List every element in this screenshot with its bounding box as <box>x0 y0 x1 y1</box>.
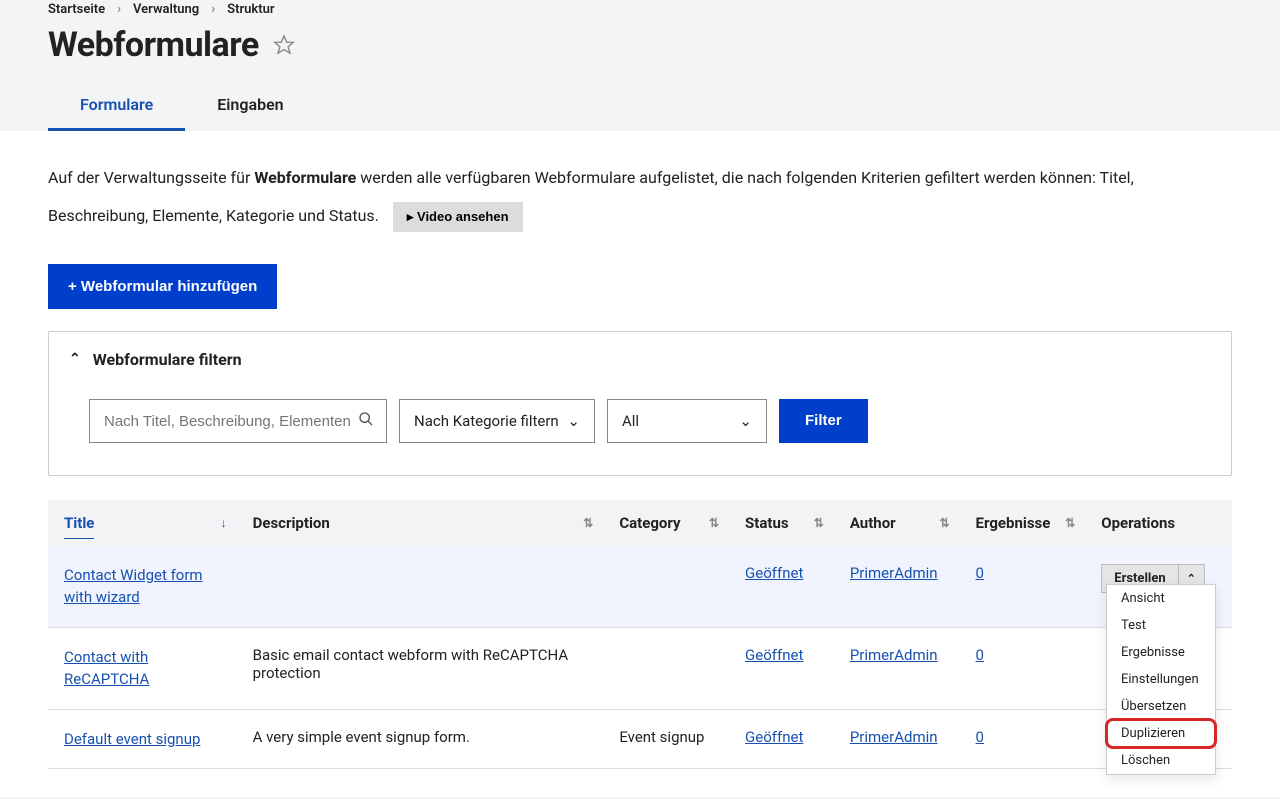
breadcrumb: Startseite › Verwaltung › Struktur <box>48 0 1232 17</box>
dropdown-translate[interactable]: Übersetzen <box>1107 693 1215 720</box>
form-description <box>237 546 604 628</box>
operations-dropdown: Ansicht Test Ergebnisse Einstellungen Üb… <box>1106 584 1216 775</box>
dropdown-settings[interactable]: Einstellungen <box>1107 666 1215 693</box>
form-title-link[interactable]: Contact with ReCAPTCHA <box>64 646 221 691</box>
table-row: Default event signup A very simple event… <box>48 709 1232 769</box>
form-description: Basic email contact webform with ReCAPTC… <box>237 627 604 709</box>
form-results-link[interactable]: 0 <box>976 646 984 664</box>
page-title: Webformulare <box>48 25 259 65</box>
form-status-link[interactable]: Geöffnet <box>745 646 803 664</box>
favorite-star-icon[interactable] <box>273 34 295 56</box>
dropdown-view[interactable]: Ansicht <box>1107 585 1215 612</box>
sort-icon: ⇅ <box>583 516 593 530</box>
filter-apply-button[interactable]: Filter <box>779 399 868 443</box>
form-status-link[interactable]: Geöffnet <box>745 728 803 746</box>
sort-icon: ⇅ <box>1065 516 1075 530</box>
status-select[interactable]: All ⌄ <box>607 399 767 443</box>
form-author-link[interactable]: PrimerAdmin <box>850 728 938 746</box>
form-status-link[interactable]: Geöffnet <box>745 564 803 582</box>
dropdown-duplicate[interactable]: Duplizieren <box>1107 720 1215 747</box>
col-results[interactable]: Ergebnisse ⇅ <box>960 500 1086 546</box>
tabs: Formulare Eingaben <box>48 83 1232 131</box>
webforms-table: Title ↓ Description ⇅ Category ⇅ Status … <box>48 500 1232 770</box>
sort-icon: ⇅ <box>709 516 719 530</box>
form-category <box>603 627 729 709</box>
chevron-right-icon: › <box>117 2 121 17</box>
chevron-right-icon: › <box>211 2 215 17</box>
breadcrumb-home[interactable]: Startseite <box>48 2 105 17</box>
table-row: Contact with ReCAPTCHA Basic email conta… <box>48 627 1232 709</box>
sort-icon: ⇅ <box>814 516 824 530</box>
form-category <box>603 546 729 628</box>
form-results-link[interactable]: 0 <box>976 728 984 746</box>
tab-submissions[interactable]: Eingaben <box>185 83 315 131</box>
filter-toggle[interactable]: ⌃ Webformulare filtern <box>69 350 1211 369</box>
dropdown-results[interactable]: Ergebnisse <box>1107 639 1215 666</box>
chevron-up-icon: ⌃ <box>69 351 81 367</box>
form-title-link[interactable]: Contact Widget form with wizard <box>64 564 221 609</box>
breadcrumb-structure[interactable]: Struktur <box>227 2 274 17</box>
col-category[interactable]: Category ⇅ <box>603 500 729 546</box>
watch-video-button[interactable]: ▸ Video ansehen <box>393 202 523 232</box>
filter-panel: ⌃ Webformulare filtern Nach Kategorie fi… <box>48 331 1232 476</box>
col-title[interactable]: Title ↓ <box>48 500 237 546</box>
add-webform-button[interactable]: + Webformular hinzufügen <box>48 264 277 309</box>
form-author-link[interactable]: PrimerAdmin <box>850 564 938 582</box>
form-category: Event signup <box>603 709 729 769</box>
search-input-wrapper <box>89 399 387 443</box>
table-row: Contact Widget form with wizard Geöffnet… <box>48 546 1232 628</box>
form-title-link[interactable]: Default event signup <box>64 728 200 751</box>
dropdown-delete[interactable]: Löschen <box>1107 747 1215 774</box>
sort-icon: ⇅ <box>939 516 949 530</box>
search-input[interactable] <box>104 413 372 430</box>
chevron-down-icon: ⌄ <box>739 412 752 430</box>
category-select[interactable]: Nach Kategorie filtern ⌄ <box>399 399 595 443</box>
intro-text: Auf der Verwaltungsseite für Webformular… <box>48 159 1232 236</box>
col-operations: Operations <box>1085 500 1232 546</box>
form-author-link[interactable]: PrimerAdmin <box>850 646 938 664</box>
col-description[interactable]: Description ⇅ <box>237 500 604 546</box>
search-icon <box>358 411 374 431</box>
chevron-down-icon: ⌄ <box>567 412 580 430</box>
form-description: A very simple event signup form. <box>237 709 604 769</box>
tab-forms[interactable]: Formulare <box>48 83 185 131</box>
form-results-link[interactable]: 0 <box>976 564 984 582</box>
sort-down-icon: ↓ <box>221 516 227 530</box>
col-author[interactable]: Author ⇅ <box>834 500 960 546</box>
col-status[interactable]: Status ⇅ <box>729 500 834 546</box>
breadcrumb-admin[interactable]: Verwaltung <box>133 2 199 17</box>
dropdown-test[interactable]: Test <box>1107 612 1215 639</box>
